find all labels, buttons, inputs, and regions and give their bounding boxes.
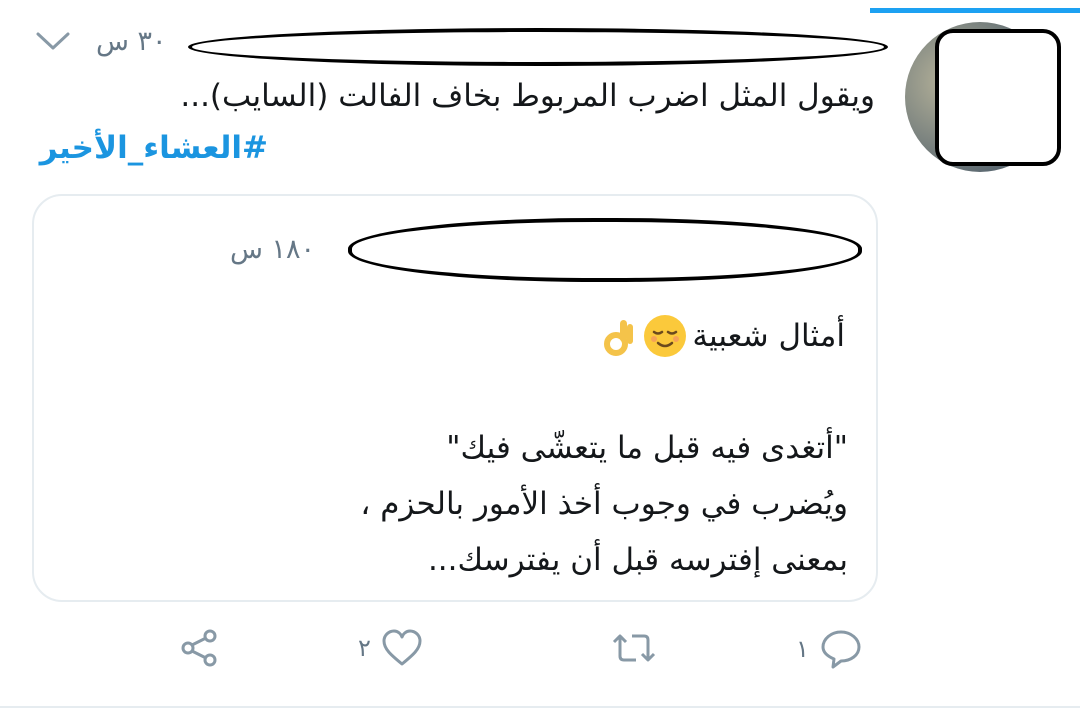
tweet-timestamp[interactable]: ٣٠ س <box>96 26 167 57</box>
avatar-redaction <box>935 29 1061 166</box>
tab-indicator <box>870 8 1080 13</box>
username-redaction <box>188 28 888 66</box>
ok-hand-icon <box>604 314 638 358</box>
quoted-tweet-body: "أتغدى فيه قبل ما يتعشّى فيك" ويُضرب في … <box>360 430 848 578</box>
chevron-down-icon[interactable] <box>35 30 71 52</box>
like-button[interactable]: ٢ <box>358 628 423 668</box>
quoted-tweet-title-row: أمثال شعبية <box>604 314 845 358</box>
relieved-face-icon <box>644 315 687 357</box>
retweet-button[interactable] <box>610 628 668 668</box>
divider <box>0 706 1080 708</box>
share-button[interactable] <box>180 628 220 668</box>
tweet-text: ويقول المثل اضرب المربوط بخاف الفالت (ال… <box>180 78 875 114</box>
share-icon <box>180 628 220 668</box>
hashtag-link[interactable]: #العشاء_الأخير <box>40 130 268 166</box>
retweet-icon <box>610 628 658 668</box>
quoted-tweet-timestamp: ١٨٠ س <box>230 234 316 265</box>
reply-count: ١ <box>796 635 809 663</box>
quoted-username-redaction <box>348 218 862 282</box>
heart-icon <box>381 628 423 668</box>
reply-icon <box>819 628 863 670</box>
reply-button[interactable]: ١ <box>796 628 863 670</box>
quoted-tweet-title: أمثال شعبية <box>692 318 845 354</box>
tweet-actions-bar: ٢ ١ <box>0 628 1080 688</box>
like-count: ٢ <box>358 634 371 662</box>
